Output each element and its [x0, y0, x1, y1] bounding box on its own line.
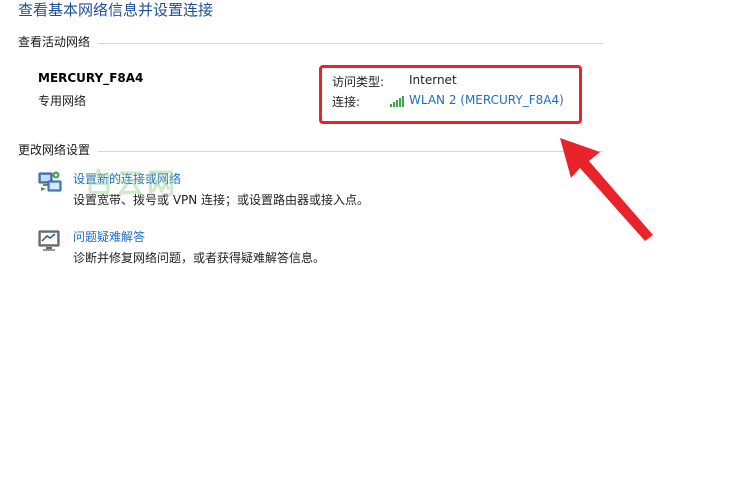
setup-connection-item[interactable]: 设置新的连接或网络 设置宽带、拨号或 VPN 连接；或设置路由器或接入点。 [38, 170, 438, 214]
troubleshoot-item[interactable]: 问题疑难解答 诊断并修复网络问题，或者获得疑难解答信息。 [38, 228, 438, 272]
change-settings-header: 更改网络设置 [18, 142, 603, 158]
highlight-box [319, 65, 582, 124]
network-setup-icon [38, 171, 62, 192]
setup-connection-description: 设置宽带、拨号或 VPN 连接；或设置路由器或接入点。 [73, 193, 370, 207]
network-name: MERCURY_F8A4 [38, 71, 144, 85]
network-type: 专用网络 [38, 94, 87, 108]
active-networks-header: 查看活动网络 [18, 34, 603, 50]
setup-connection-link[interactable]: 设置新的连接或网络 [73, 170, 181, 187]
page-title: 查看基本网络信息并设置连接 [18, 1, 214, 19]
troubleshoot-link[interactable]: 问题疑难解答 [73, 228, 145, 245]
active-networks-label: 查看活动网络 [18, 34, 99, 50]
section-divider [18, 43, 603, 44]
red-arrow-annotation [560, 138, 653, 241]
change-settings-label: 更改网络设置 [18, 142, 99, 158]
section-divider [18, 151, 603, 152]
troubleshoot-description: 诊断并修复网络问题，或者获得疑难解答信息。 [73, 251, 326, 265]
troubleshoot-icon [38, 230, 60, 251]
